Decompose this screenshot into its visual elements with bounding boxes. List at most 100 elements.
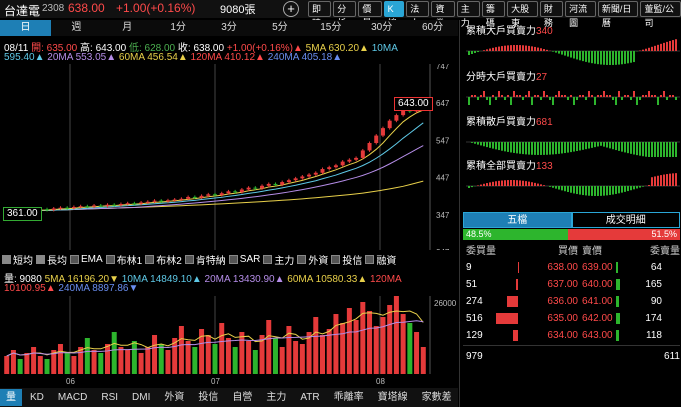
- checkbox-icon[interactable]: [145, 255, 155, 264]
- tab-6[interactable]: 主力: [456, 1, 480, 28]
- indicator-tab-8[interactable]: 主力: [260, 389, 292, 406]
- indicator-tab-4[interactable]: DMI: [126, 389, 156, 406]
- checkbox-icon[interactable]: [331, 255, 341, 264]
- side-panel-bar: [483, 183, 485, 186]
- period-tab-3[interactable]: 1分: [153, 20, 204, 36]
- volume-chart[interactable]: 26000 06 07 08: [0, 296, 458, 386]
- side-panel-bar: [672, 95, 674, 97]
- indicator-tab-3[interactable]: RSI: [95, 389, 124, 406]
- candle-body: [266, 183, 271, 186]
- indicator-toggle-0[interactable]: 短均: [2, 252, 33, 267]
- order-tab-0[interactable]: 五檔: [463, 212, 572, 228]
- checkbox-icon[interactable]: [2, 255, 11, 264]
- tab-1[interactable]: 分析: [333, 1, 357, 28]
- side-panel-bar: [501, 142, 503, 151]
- order-row[interactable]: 516 635.00 642.00 174: [466, 310, 680, 326]
- side-panel-title-3: 累積全部買賣力133: [466, 157, 553, 172]
- indicator-tab-11[interactable]: 寶塔線: [372, 389, 414, 406]
- indicator-toggle-3[interactable]: 布林1: [105, 252, 142, 267]
- indicator-tab-10[interactable]: 乖離率: [328, 389, 370, 406]
- vol-ma60: 60MA 10580.33▲: [287, 274, 368, 285]
- side-panel-bar: [615, 51, 617, 65]
- checkbox-icon[interactable]: [228, 255, 238, 264]
- side-panel-bar: [627, 95, 629, 97]
- tab-0[interactable]: 即時: [308, 1, 332, 28]
- checkbox-icon[interactable]: [297, 255, 307, 264]
- tab-10[interactable]: 河流圖: [565, 1, 596, 28]
- tab-3[interactable]: K線: [383, 1, 405, 28]
- tab-7[interactable]: 籌碼: [481, 1, 506, 28]
- order-row[interactable]: 51 637.00 640.00 165: [466, 276, 680, 292]
- candle-body: [354, 157, 359, 160]
- volume-bar: [299, 344, 305, 374]
- period-tab-2[interactable]: 月: [102, 20, 153, 36]
- indicator-label: 肯特納: [195, 256, 226, 267]
- indicator-tab-7[interactable]: 自營: [226, 389, 258, 406]
- indicator-tab-0[interactable]: 量: [0, 389, 22, 406]
- period-tab-4[interactable]: 3分: [204, 20, 255, 36]
- side-panel-bar: [480, 95, 482, 97]
- side-panel-bar: [567, 142, 569, 153]
- indicator-toggle-10[interactable]: 融資: [365, 252, 396, 267]
- checkbox-icon[interactable]: [263, 255, 273, 264]
- side-panel-bar: [630, 97, 632, 100]
- indicator-toggle-5[interactable]: 肯特納: [184, 252, 226, 267]
- side-panel-bar: [543, 185, 545, 186]
- bid-bar: [496, 312, 520, 324]
- checkbox-icon[interactable]: [70, 255, 79, 264]
- volume-bar: [225, 338, 231, 374]
- indicator-tab-6[interactable]: 投信: [192, 389, 224, 406]
- side-panel-bar: [504, 180, 506, 186]
- checkbox-icon[interactable]: [105, 255, 115, 264]
- indicator-toggle-1[interactable]: 長均: [36, 252, 67, 267]
- indicator-toggles: 短均 長均 EMA 布林1 布林2 肯特納 SAR 主力 外資 投信 融資: [2, 252, 396, 267]
- tab-12[interactable]: 董監/公司: [640, 1, 681, 28]
- indicator-toggle-6[interactable]: SAR: [228, 252, 260, 267]
- tab-5[interactable]: 資券: [431, 1, 455, 28]
- indicator-tab-5[interactable]: 外資: [158, 389, 190, 406]
- indicator-tab-9[interactable]: ATR: [294, 389, 325, 406]
- tab-9[interactable]: 財務: [539, 1, 564, 28]
- volume-bar: [125, 350, 131, 374]
- period-tab-7[interactable]: 30分: [356, 20, 407, 36]
- order-row[interactable]: 9 638.00 639.00 64: [466, 259, 680, 275]
- indicator-toggle-4[interactable]: 布林2: [145, 252, 182, 267]
- add-watchlist-button[interactable]: +: [283, 1, 299, 17]
- order-row[interactable]: 274 636.00 641.00 90: [466, 293, 680, 309]
- candle-body: [65, 207, 70, 209]
- period-tab-0[interactable]: 日: [0, 20, 51, 36]
- order-tab-1[interactable]: 成交明細: [571, 212, 680, 228]
- candle-body: [112, 204, 117, 206]
- indicator-tab-1[interactable]: KD: [24, 389, 50, 406]
- tab-4[interactable]: 法人: [406, 1, 430, 28]
- tab-11[interactable]: 新聞/日曆: [597, 1, 639, 28]
- order-header: 委買量 買價 賣價 委賣量: [466, 241, 680, 257]
- indicator-toggle-7[interactable]: 主力: [263, 252, 294, 267]
- period-tab-5[interactable]: 5分: [254, 20, 305, 36]
- side-panel-bar: [552, 97, 554, 105]
- side-panel-bar: [567, 97, 569, 100]
- indicator-toggle-2[interactable]: EMA: [70, 252, 103, 267]
- tab-2[interactable]: 價量: [358, 1, 382, 28]
- tab-8[interactable]: 大股東: [507, 1, 538, 28]
- period-tab-6[interactable]: 15分: [305, 20, 356, 36]
- ask-qty: 64: [650, 261, 662, 273]
- side-panel-bar: [648, 185, 650, 186]
- order-row[interactable]: 129 634.00 643.00 118: [466, 327, 680, 343]
- period-tab-1[interactable]: 週: [51, 20, 102, 36]
- indicator-toggle-9[interactable]: 投信: [331, 252, 362, 267]
- indicator-toggle-8[interactable]: 外資: [297, 252, 328, 267]
- vol-ma120-value: 10100.95▲: [4, 283, 56, 294]
- checkbox-icon[interactable]: [36, 255, 45, 264]
- side-panel-bar: [486, 183, 488, 186]
- candle-body: [347, 159, 352, 162]
- period-tab-8[interactable]: 60分: [407, 20, 458, 36]
- checkbox-icon[interactable]: [184, 255, 194, 264]
- checkbox-icon[interactable]: [365, 255, 375, 264]
- indicator-tab-12[interactable]: 家數差: [416, 389, 458, 406]
- side-panel-chart-3: [466, 173, 680, 196]
- indicator-tab-2[interactable]: MACD: [52, 389, 93, 406]
- price-chart[interactable]: 747 647 547 447 347 247: [0, 64, 458, 250]
- candle-body: [273, 183, 278, 185]
- volume-bar: [373, 326, 379, 374]
